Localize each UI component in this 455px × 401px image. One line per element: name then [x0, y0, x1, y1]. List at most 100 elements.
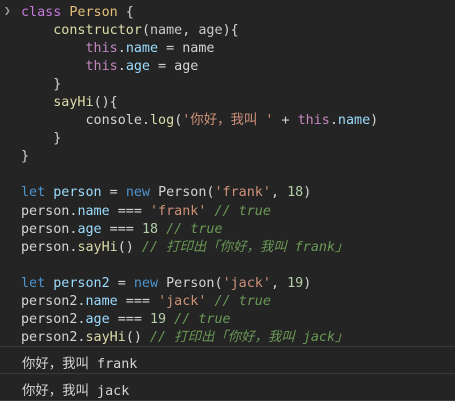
code-token: (): [117, 239, 134, 255]
code-line: this.name = name: [21, 40, 378, 58]
code-token: person2.: [21, 293, 86, 309]
code-token: // true: [206, 293, 271, 309]
code-token: 18: [287, 185, 304, 201]
output-text: 你好，我叫 jack: [22, 384, 130, 399]
code-line: person2.sayHi() // 打印出「你好，我叫 jack」: [21, 329, 378, 347]
code-token: sayHi: [53, 95, 94, 111]
code-token: 18: [141, 221, 159, 237]
code-line: class Person {: [21, 4, 378, 22]
code-token: }: [21, 149, 30, 165]
code-token: name: [150, 23, 183, 39]
code-token: ): [303, 275, 312, 291]
code-token: // 打印出「你好，我叫 jack」: [141, 329, 349, 345]
code-line: sayHi(){: [21, 94, 378, 112]
code-token: 'frank': [150, 203, 207, 219]
code-token: new: [133, 275, 167, 291]
code-token: (){: [93, 95, 118, 111]
code-token: person: [53, 185, 102, 201]
code-token: }: [21, 77, 62, 93]
code-token: name: [77, 203, 110, 219]
console-output-line: 你好，我叫 jack: [0, 373, 455, 401]
code-token: ,: [270, 185, 288, 201]
code-token: this: [85, 41, 118, 57]
code-line: person2.name === 'jack' // true: [21, 293, 378, 311]
code-token: ,: [270, 275, 288, 291]
code-token: age: [85, 311, 110, 327]
code-token: this: [85, 59, 118, 75]
console-output-line: 你好，我叫 frank: [0, 346, 455, 374]
code-token: // true: [166, 311, 231, 327]
code-token: {: [117, 5, 134, 20]
code-token: sayHi: [85, 329, 126, 345]
code-token: let: [21, 275, 54, 291]
code-line: console.log('你好，我叫 ' + this.name): [21, 112, 378, 130]
code-token: .: [329, 113, 338, 129]
code-token: constructor: [53, 23, 142, 39]
code-line: this.age = age: [21, 58, 378, 76]
code-token: // 打印出「你好，我叫 frank」: [133, 239, 349, 255]
code-token: ): [303, 185, 312, 201]
code-token: age: [198, 23, 223, 39]
code-token: +: [273, 113, 298, 129]
code-token: console.: [21, 113, 150, 129]
code-line: }: [21, 130, 378, 148]
code-token: person.: [21, 221, 78, 237]
code-line: person.age === 18 // true: [21, 221, 378, 239]
code-token: class: [21, 5, 70, 20]
code-token: .: [117, 41, 126, 57]
code-block: class Person { constructor(name, age){ t…: [21, 4, 378, 347]
code-line: let person2 = new Person('jack', 19): [21, 275, 378, 293]
code-token: Person(: [158, 185, 215, 201]
code-token: (): [125, 329, 142, 345]
code-token: (: [141, 23, 150, 39]
code-token: 'jack': [222, 275, 271, 291]
code-token: person2.: [21, 311, 86, 327]
code-token: new: [125, 185, 159, 201]
code-token: ===: [109, 203, 150, 219]
code-token: let: [21, 185, 54, 201]
code-token: '你好，我叫 ': [182, 113, 274, 129]
devtools-console: ❯ class Person { constructor(name, age){…: [0, 0, 455, 401]
code-token: name: [85, 293, 118, 309]
code-line: person.sayHi() // 打印出「你好，我叫 frank」: [21, 239, 378, 257]
code-token: person2.: [21, 329, 86, 345]
code-token: sayHi: [77, 239, 118, 255]
code-token: ,: [182, 23, 199, 39]
chevron-right-icon: ❯: [4, 4, 11, 17]
output-text: 你好，我叫 frank: [22, 357, 138, 372]
code-token: person.: [21, 239, 78, 255]
code-token: ): [370, 113, 379, 129]
code-token: ===: [101, 221, 142, 237]
code-token: 'frank': [214, 185, 271, 201]
code-line: person2.age === 19 // true: [21, 311, 378, 329]
code-token: 19: [150, 311, 167, 327]
code-token: = age: [150, 59, 199, 75]
code-token: // true: [158, 221, 223, 237]
code-token: =: [109, 275, 134, 291]
code-token: log: [150, 113, 175, 129]
code-token: age: [77, 221, 102, 237]
code-token: person.: [21, 203, 78, 219]
code-token: = name: [158, 41, 215, 57]
console-input-entry[interactable]: ❯ class Person { constructor(name, age){…: [0, 0, 455, 346]
code-token: ){: [222, 23, 239, 39]
code-token: Person(: [166, 275, 223, 291]
code-token: 19: [287, 275, 304, 291]
code-token: name: [125, 41, 159, 57]
code-line: constructor(name, age){: [21, 22, 378, 40]
code-line: }: [21, 76, 378, 94]
code-token: .: [117, 59, 126, 75]
code-token: this: [297, 113, 330, 129]
code-line: let person = new Person('frank', 18): [21, 184, 378, 202]
code-line: }: [21, 148, 378, 166]
code-token: person2: [53, 275, 110, 291]
code-token: 'jack': [158, 293, 207, 309]
code-token: age: [125, 59, 150, 75]
code-token: ===: [109, 311, 150, 327]
code-token: ===: [117, 293, 159, 309]
